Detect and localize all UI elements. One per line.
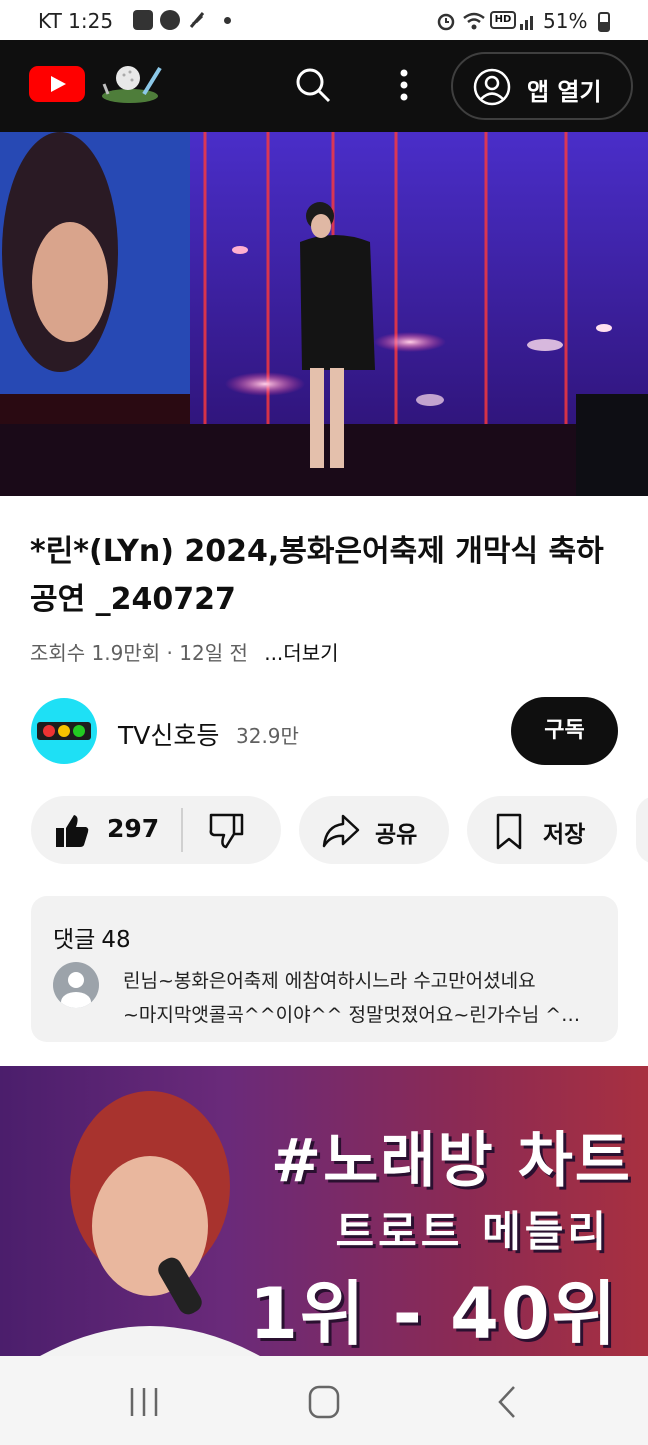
thumbs-down-icon xyxy=(209,813,244,849)
status-bar: KT 1:25 HD 51% xyxy=(0,0,648,40)
notification-dot xyxy=(224,17,231,24)
system-navigation-bar xyxy=(0,1356,648,1445)
back-icon xyxy=(498,1386,515,1418)
thumbnail-title-line1: #노래방 차트 xyxy=(270,1126,632,1196)
comments-section[interactable]: 댓글 48 린님~봉화은어축제 에참여하시느라 수고만어셨네요 ~마지막앳콜곡^^… xyxy=(31,896,618,1042)
more-options-button[interactable] xyxy=(392,64,416,106)
battery-percent: 51% xyxy=(543,9,588,33)
show-more-link[interactable]: ...더보기 xyxy=(264,641,338,665)
video-title: *린*(LYn) 2024,봉화은어축제 개막식 축하공연 _240727 xyxy=(30,534,604,617)
golf-doodle-icon[interactable] xyxy=(100,60,164,104)
home-icon xyxy=(308,1385,340,1419)
youtube-logo-icon[interactable] xyxy=(29,66,85,102)
chat-notification-icon xyxy=(160,10,180,30)
meta-separator: · xyxy=(166,641,173,665)
like-count: 297 xyxy=(107,814,160,843)
thumbnail-title-line3: 1위 - 40위 xyxy=(249,1273,618,1355)
like-button[interactable] xyxy=(53,812,91,850)
signal-icon xyxy=(518,10,538,32)
channel-name[interactable]: TV신호등 xyxy=(118,716,219,752)
home-button[interactable] xyxy=(304,1384,344,1420)
view-count: 조회수 1.9만회 xyxy=(30,641,161,665)
save-button[interactable]: 저장 xyxy=(467,796,617,864)
account-icon xyxy=(473,68,511,106)
share-icon xyxy=(322,814,360,848)
video-player[interactable] xyxy=(0,132,648,496)
comments-header: 댓글 48 xyxy=(53,920,131,954)
search-button[interactable] xyxy=(292,64,334,106)
commenter-avatar xyxy=(53,962,99,1008)
open-app-label: 앱 열기 xyxy=(527,78,602,106)
hd-voice-icon: HD xyxy=(490,11,516,29)
traffic-light-icon xyxy=(37,722,91,740)
feather-notification-icon xyxy=(188,10,208,30)
thumbnail-title-line2: 트로트 메들리 xyxy=(335,1207,610,1256)
comment-preview-line1: 린님~봉화은어축제 에참여하시느라 수고만어셨네요 xyxy=(123,970,536,992)
channel-avatar[interactable] xyxy=(31,698,97,764)
thumbs-up-icon xyxy=(56,815,89,847)
recent-apps-icon xyxy=(130,1388,158,1416)
back-button[interactable] xyxy=(488,1384,528,1420)
comments-label: 댓글 xyxy=(53,927,96,953)
comment-preview-line2: ~마지막앳콜곡^^이야^^ 정말멋졌어요~린가수님 ^^... xyxy=(123,1004,593,1026)
upload-age: 12일 전 xyxy=(179,641,248,665)
comments-count: 48 xyxy=(101,927,131,953)
next-video-thumbnail[interactable]: #노래방 차트 트로트 메들리 1위 - 40위 xyxy=(0,1066,648,1356)
save-label: 저장 xyxy=(543,822,586,848)
more-vert-icon xyxy=(400,69,408,101)
bookmark-icon xyxy=(496,813,522,850)
carrier-time: KT 1:25 xyxy=(38,9,114,33)
subscriber-count: 32.9만 xyxy=(236,724,299,748)
recent-apps-button[interactable] xyxy=(124,1384,164,1420)
video-meta: 조회수 1.9만회 · 12일 전 ...더보기 xyxy=(30,637,339,666)
default-user-icon xyxy=(61,972,91,1008)
pill-divider xyxy=(181,808,183,852)
subscribe-button[interactable]: 구독 xyxy=(511,697,618,765)
search-icon xyxy=(296,68,331,103)
share-button[interactable]: 공유 xyxy=(299,796,449,864)
dislike-button[interactable] xyxy=(207,812,245,850)
share-label: 공유 xyxy=(375,822,418,848)
open-app-button[interactable]: 앱 열기 xyxy=(451,52,633,120)
alarm-icon xyxy=(435,10,457,32)
video-frame-image xyxy=(0,132,648,496)
more-actions-pill[interactable] xyxy=(636,796,648,864)
like-dislike-pill: 297 xyxy=(31,796,281,864)
battery-icon xyxy=(598,12,610,32)
image-notification-icon xyxy=(133,10,153,30)
wifi-icon xyxy=(462,10,486,32)
